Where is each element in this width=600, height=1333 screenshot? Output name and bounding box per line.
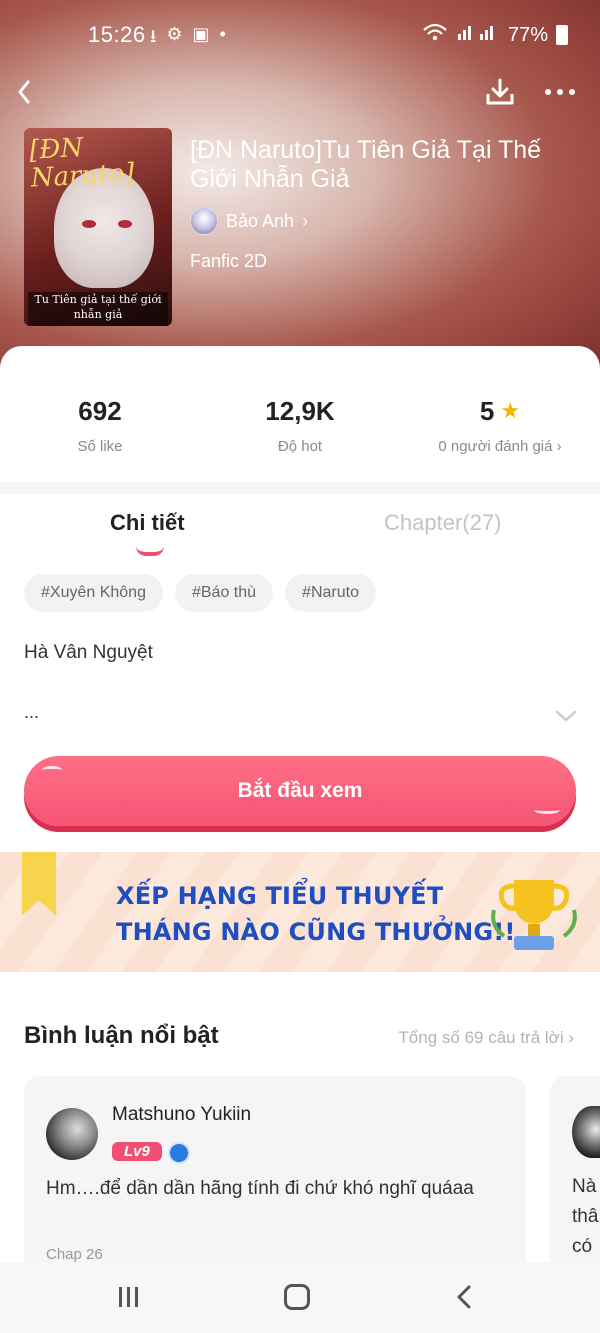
start-reading-label: Bắt đầu xem — [237, 779, 363, 802]
hot-label: Độ hot — [277, 438, 323, 455]
comment-card[interactable]: Matshuno Yukiin Lv9 Hm….để dần dần hãng … — [24, 1076, 526, 1276]
tab-detail[interactable]: Chi tiết — [110, 510, 185, 536]
book-title: [ĐN Naruto]Tu Tiên Giả Tại Thế Giới Nhẫn… — [190, 136, 542, 193]
commenter-avatar[interactable] — [46, 1108, 98, 1160]
rating-value-row: 5 ★ — [400, 394, 600, 428]
ranking-promo-banner[interactable]: XẾP HẠNG TIỂU THUYẾT THÁNG NÀO CŨNG THƯỞ… — [0, 852, 600, 972]
stat-likes: 692 Số like — [0, 394, 200, 464]
chevron-right-icon: › — [563, 1028, 574, 1047]
hot-count: 12,9K — [265, 396, 335, 426]
back-button[interactable] — [8, 72, 48, 112]
cover-character-eyes — [82, 220, 132, 230]
button-shine-decoration — [534, 806, 560, 814]
tag-chip[interactable]: #Báo thù — [174, 574, 274, 612]
author-name: Bảo Anh — [226, 210, 295, 231]
commenter-avatar — [572, 1106, 600, 1158]
recent-apps-button[interactable] — [116, 1284, 142, 1310]
chevron-right-icon: › — [302, 210, 309, 231]
chevron-down-icon[interactable] — [554, 704, 578, 728]
download-button[interactable] — [480, 72, 520, 112]
system-back-button[interactable] — [452, 1284, 478, 1310]
book-detail-card: 692 Số like 12,9K Độ hot 5 ★ 0 người đán… — [0, 346, 600, 1333]
stats-row: 692 Số like 12,9K Độ hot 5 ★ 0 người đán… — [0, 394, 600, 464]
cover-subtitle: Tu Tiên giả tại thế giới nhẫn giả — [28, 292, 168, 326]
download-icon — [486, 78, 514, 105]
comments-section-title: Bình luận nổi bật — [24, 1022, 219, 1049]
active-tab-indicator — [136, 546, 164, 556]
battery-percent: 77% — [507, 23, 548, 46]
bookmark-ribbon-icon — [22, 852, 56, 916]
signal-icon — [456, 22, 500, 48]
wifi-icon — [422, 22, 448, 48]
author-avatar — [190, 207, 218, 235]
top-navigation — [0, 70, 600, 114]
tag-chip[interactable]: #Naruto — [285, 574, 376, 612]
banner-line-1: XẾP HẠNG TIỂU THUYẾT — [116, 882, 444, 910]
tag-list: #Xuyên Không #Báo thù #Naruto — [24, 574, 376, 612]
banner-line-2: THÁNG NÀO CŨNG THƯỞNG!! — [116, 918, 516, 946]
status-time: 15:26 — [88, 22, 146, 47]
status-notification-icons: ⭳ ⚙ ▣ • — [150, 24, 226, 54]
trophy-icon — [491, 880, 577, 950]
all-comments-link[interactable]: Tổng số 69 câu trả lời › — [398, 1028, 574, 1048]
section-divider — [0, 482, 600, 494]
button-shine-decoration — [42, 766, 62, 774]
rating-count-label: 0 người đánh giá — [438, 438, 553, 455]
chevron-right-icon: › — [556, 438, 562, 455]
comment-text: Hm….để dần dần hãng tính đi chứ khó nghĩ… — [46, 1178, 474, 1199]
comment-chapter: Chap 26 — [46, 1246, 103, 1263]
start-reading-button[interactable]: Bắt đầu xem — [24, 756, 576, 826]
more-dots-icon — [545, 89, 575, 95]
app-status-icon: ▣ — [192, 24, 210, 44]
more-options-button[interactable] — [540, 72, 580, 112]
back-arrow-icon — [18, 80, 30, 104]
comment-card-next[interactable]: Nà thâ có — [550, 1076, 600, 1276]
stat-rating[interactable]: 5 ★ 0 người đánh giá › — [400, 394, 600, 464]
book-cover-image[interactable]: [ĐN Naruto] Tu Tiên giả tại thế giới nhẫ… — [24, 128, 172, 326]
book-genre: Fanfic 2D — [190, 251, 268, 271]
verified-badge-icon — [168, 1142, 190, 1164]
battery-icon — [556, 25, 568, 45]
likes-label: Số like — [77, 438, 123, 455]
banner-text: XẾP HẠNG TIỂU THUYẾT THÁNG NÀO CŨNG THƯỞ… — [116, 878, 516, 950]
stat-hot: 12,9K Độ hot — [200, 394, 400, 464]
tag-chip[interactable]: #Xuyên Không — [24, 574, 163, 612]
rating-value: 5 — [479, 396, 495, 426]
cover-title-text: [ĐN Naruto] — [28, 132, 136, 194]
status-system-icons: 77% — [422, 22, 568, 48]
back-chevron-icon — [457, 1285, 471, 1309]
rating-label-row: 0 người đánh giá › — [400, 438, 600, 455]
recents-icon — [119, 1287, 138, 1307]
likes-count: 692 — [78, 396, 122, 426]
settings-status-icon: ⚙ — [166, 24, 183, 44]
author-link[interactable]: Bảo Anh › — [190, 207, 308, 235]
dot-status-icon: • — [219, 24, 226, 44]
download-status-icon: ⭳ — [150, 26, 157, 46]
tab-chapter[interactable]: Chapter(27) — [384, 510, 501, 536]
description-ellipsis: ... — [24, 702, 40, 722]
description-text: Hà Vân Nguyệt — [24, 642, 153, 663]
star-icon: ★ — [500, 398, 521, 423]
detail-tabs: Chi tiết Chapter(27) — [0, 506, 600, 556]
home-button[interactable] — [284, 1284, 310, 1310]
level-badge: Lv9 — [112, 1142, 162, 1161]
commenter-name[interactable]: Matshuno Yukiin — [112, 1104, 251, 1126]
status-bar: 15:26 ⭳ ⚙ ▣ • 77% — [0, 0, 600, 72]
comment-text-partial: Nà thâ có — [572, 1176, 599, 1257]
system-navigation-bar — [0, 1262, 600, 1333]
